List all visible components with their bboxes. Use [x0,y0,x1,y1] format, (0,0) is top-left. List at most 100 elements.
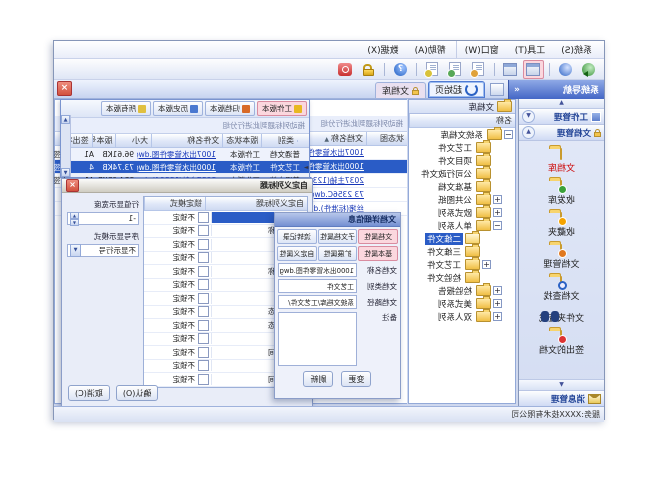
version-filter-历史版本[interactable]: 历史版本 [153,101,203,116]
window-cascade-button[interactable] [523,60,544,79]
sidebar-scroll-down[interactable]: ▼ [519,379,604,390]
close-icon[interactable]: × [66,179,79,192]
sidebar-item-文档管理[interactable]: 文档管理 [519,242,604,274]
tree-node[interactable]: +公共图纸 [409,193,515,206]
tree-node[interactable]: 二维文件 [409,232,515,245]
field-input[interactable]: 工艺文件 [278,279,357,293]
version-col-文件名称[interactable]: 文件名称 [151,134,222,147]
tree-node[interactable]: 三维文件 [409,245,515,258]
properties-tab-子文档属性[interactable]: 子文档属性 [318,229,358,244]
expand-icon[interactable]: + [493,195,502,204]
menu-item[interactable]: 窗口(W) [456,41,507,58]
sidebar-item-文件夹查找[interactable]: 文件夹查找 [519,306,604,328]
field-input[interactable]: 1000出水管零件图.dwg [278,263,357,277]
lock-checkbox[interactable] [198,360,209,371]
properties-tab-流转记录[interactable]: 流转记录 [277,229,317,244]
chevron-up-icon[interactable]: ▲ [522,126,535,139]
chevron-down-icon[interactable]: ▼ [70,244,81,257]
lock-button[interactable] [358,60,379,79]
version-col-大小[interactable]: 大小 [115,134,151,147]
lock-checkbox[interactable] [198,225,209,236]
globe-go-button[interactable] [578,60,599,79]
lock-checkbox[interactable] [198,320,209,331]
dialog-title-bar[interactable]: 自定义列标题 × [62,179,312,193]
lock-checkbox[interactable] [198,293,209,304]
close-tab-button[interactable]: × [57,81,72,96]
lock-checkbox[interactable] [198,387,209,388]
collapse-icon[interactable]: − [504,130,513,139]
remark-textarea[interactable] [278,312,357,366]
lock-checkbox[interactable] [198,347,209,358]
power-button[interactable] [335,60,356,79]
tree-node[interactable]: +双人系列 [409,310,515,323]
tree-node[interactable]: +欧式系列 [409,206,515,219]
version-col-类别[interactable]: 类别 [261,134,297,147]
tree-node[interactable]: 检验文件 [409,271,515,284]
properties-title-bar[interactable]: 文档详细信息 [275,213,400,227]
version-filter-所有版本[interactable]: 所有版本 [101,101,151,116]
refresh-button[interactable]: 刷新 [304,371,334,387]
properties-tab-文档属性[interactable]: 文档属性 [358,229,398,244]
tab-起始页[interactable]: 起始页 [428,81,485,98]
sidebar-item-收发库[interactable]: 收发库 [519,178,604,210]
row-height-stepper[interactable]: -1 ▲▼ [67,212,139,225]
scroll-up-arrow-icon[interactable]: ▲ [61,115,70,124]
menu-item[interactable]: 工具(T) [507,41,554,58]
version-filter-工作版本[interactable]: 工作版本 [257,101,307,116]
sidebar-item-签出的文档[interactable]: 签出的文档 [519,328,604,360]
document-link[interactable]: 73 2356C.dwg [310,190,364,199]
tree-node[interactable]: 基准文档 [409,180,515,193]
change-button[interactable]: 变更 [342,371,372,387]
expand-icon[interactable]: + [493,208,502,217]
mdi-window-icon[interactable] [490,83,504,96]
tree-column-header[interactable]: 名称 [409,114,515,128]
lock-checkbox[interactable] [198,252,209,263]
chevron-down-icon[interactable]: ▼ [522,110,535,123]
tree-node[interactable]: 项目文件 [409,154,515,167]
sidebar-item-文档查找[interactable]: 文档查找 [519,274,604,306]
lock-checkbox[interactable] [198,306,209,317]
sidebar-group-文档管理[interactable]: 文档管理▲ [519,125,604,141]
doc-new-button[interactable] [422,60,443,79]
expand-icon[interactable]: + [493,286,502,295]
expand-icon[interactable]: + [493,299,502,308]
sidebar-group-工作管理[interactable]: 工作管理▼ [519,109,604,125]
tree-node[interactable]: +工艺文件 [409,258,515,271]
sidebar-item-文档库[interactable]: 文档库 [519,146,604,178]
lock-checkbox[interactable] [198,212,209,223]
doc-edit-button[interactable] [468,60,489,79]
menu-item[interactable]: 数据(X) [359,41,406,58]
version-col-版本状态[interactable]: 版本状态 [222,134,261,147]
window-tile-button[interactable] [500,60,521,79]
version-col-版本号[interactable]: 版本号 [92,134,116,147]
version-row[interactable]: ►工艺文件工作版本1000出水管零件图.dwg73.74KB4未签出 [61,161,309,174]
globe-button[interactable] [555,60,576,79]
doc-open-button[interactable] [445,60,466,79]
tree-node[interactable]: −系统文档库 [409,128,515,141]
version-row[interactable]: 普通文档工作版本1007出水管零件图.dwg96.61KBA1未签出 [61,148,309,161]
tree-node[interactable]: −单人系列 [409,219,515,232]
seq-mode-select[interactable]: 不显示行号 ▼ [67,244,139,257]
properties-tab-自定义属性[interactable]: 自定义属性 [277,246,317,261]
spinner-icons[interactable]: ▲▼ [70,212,79,226]
lock-checkbox[interactable] [198,239,209,250]
cancel-button[interactable]: 取消(C) [68,385,110,401]
menu-item[interactable]: 系统(S) [553,41,600,58]
lock-checkbox[interactable] [198,279,209,290]
lock-checkbox[interactable] [198,266,209,277]
tab-文档库[interactable]: 文档库 [375,82,426,98]
tree-node[interactable]: 公司行政文件 [409,167,515,180]
expand-icon[interactable]: + [482,260,491,269]
version-filter-归档版本[interactable]: 归档版本 [205,101,255,116]
doc-col-状态图[interactable]: 状态图 [366,132,407,145]
nav-header[interactable]: 系统导航 « [508,80,604,99]
lock-checkbox[interactable] [198,333,209,344]
collapse-icon[interactable]: − [493,221,502,230]
sidebar-item-收藏夹[interactable]: 收藏夹 [519,210,604,242]
menu-item[interactable]: 帮助(A) [407,41,454,58]
tree-node[interactable]: 工艺文件 [409,141,515,154]
sidebar-group-messages[interactable]: 消息管理 [519,390,604,406]
collapse-sidebar-icon[interactable]: « [514,85,520,95]
ok-button[interactable]: 确认(O) [116,385,159,401]
tree-node[interactable]: +检验报告 [409,284,515,297]
